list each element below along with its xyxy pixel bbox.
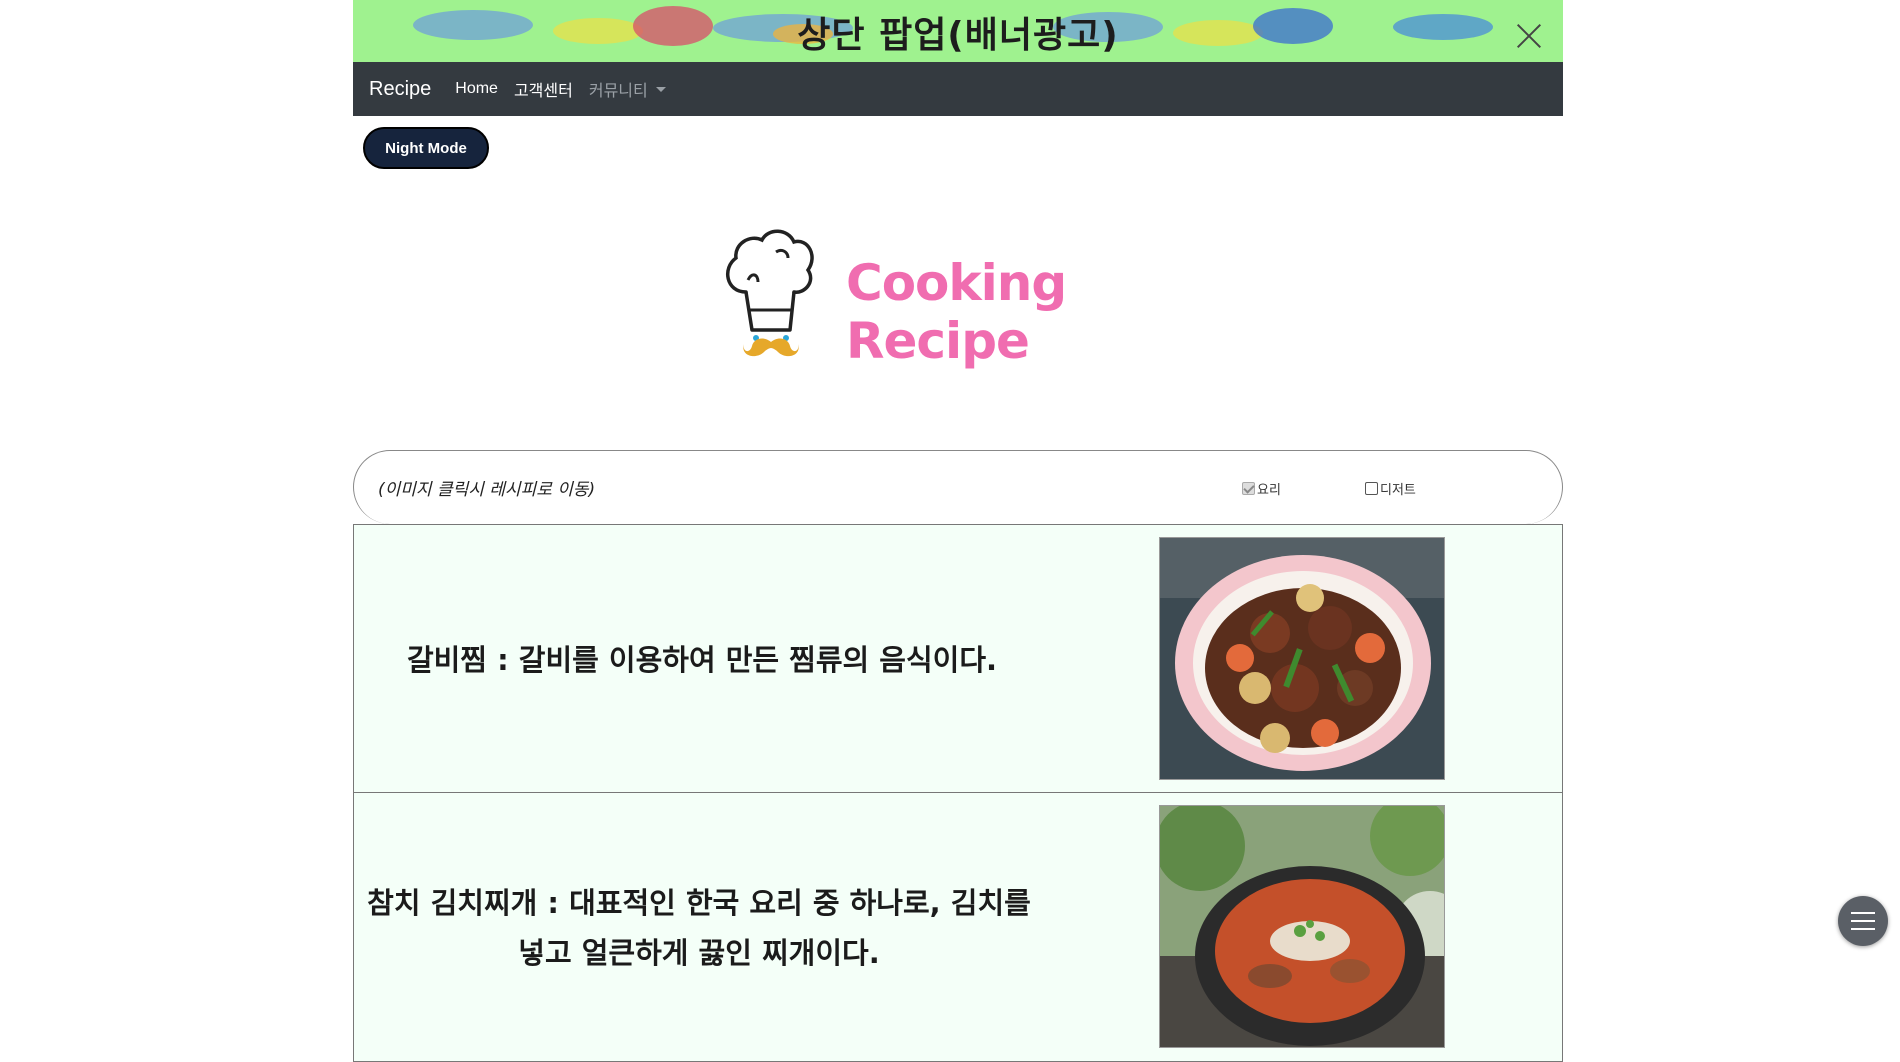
- checkbox-unchecked-icon[interactable]: [1365, 482, 1378, 495]
- filter-label-dish: 요리: [1257, 483, 1281, 498]
- kimchi-stew-photo: [1160, 806, 1444, 1047]
- logo-text: Cooking Recipe: [846, 254, 1067, 370]
- nav-dropdown-label: 커뮤니티: [588, 83, 648, 100]
- close-icon[interactable]: [1515, 22, 1543, 50]
- nav-link-home[interactable]: Home: [455, 80, 498, 98]
- recipe-table: 갈비찜 : 갈비를 이용하여 만든 찜류의 음식이다. 참치 김치찌개: 대표…: [353, 524, 1563, 1062]
- site-logo: Cooking Recipe: [718, 226, 1218, 370]
- filter-hint: (이미지 클릭시 레시피로 이동): [378, 480, 596, 500]
- top-banner-ad[interactable]: 상단 팝업(배너광고): [353, 0, 1563, 62]
- floating-menu-button[interactable]: [1838, 896, 1888, 946]
- banner-title: 상단 팝업(배너광고): [797, 15, 1119, 56]
- recipe-description: 참치 김치찌개 : 대표적인 한국 요리 중 하나로, 김치를 넣고 얼큰하게 …: [354, 878, 1044, 978]
- chef-hat-icon: [725, 229, 814, 357]
- nav-dropdown-community[interactable]: 커뮤니티: [589, 77, 666, 101]
- chevron-down-icon: [655, 86, 666, 92]
- hamburger-menu-icon: [1851, 920, 1875, 922]
- night-mode-button[interactable]: Night Mode: [363, 127, 489, 169]
- filter-label-dessert: 디저트: [1380, 483, 1416, 498]
- hamburger-menu-icon: [1851, 928, 1875, 930]
- recipe-image-galbijjim[interactable]: [1159, 537, 1445, 780]
- nav-link-customer-center[interactable]: 고객센터: [514, 77, 573, 101]
- recipe-description-line: 갈비찜 : 갈비를 이용하여 만든 찜류의 음식이다.: [406, 643, 998, 677]
- galbijjim-photo: [1160, 538, 1444, 779]
- navbar-brand[interactable]: Recipe: [369, 78, 431, 101]
- navbar: Recipe Home 고객센터 커뮤니티: [353, 62, 1563, 116]
- table-row: 갈비찜 : 갈비를 이용하여 만든 찜류의 음식이다.: [353, 524, 1563, 793]
- recipe-description: 갈비찜 : 갈비를 이용하여 만든 찜류의 음식이다.: [352, 635, 1052, 685]
- recipe-image-tuna-kimchi-stew[interactable]: [1159, 805, 1445, 1048]
- page-container: 상단 팝업(배너광고) Recipe Home 고객센터 커뮤니티 Night …: [353, 0, 1563, 1062]
- recipe-description-line: 넣고 얼큰하게 끓인 찌개이다.: [518, 936, 880, 970]
- filter-checkbox-dessert[interactable]: 디저트: [1365, 479, 1416, 498]
- table-row: 참치 김치찌개 : 대표적인 한국 요리 중 하나로, 김치를 넣고 얼큰하게 …: [353, 793, 1563, 1062]
- filter-checkbox-dish[interactable]: 요리: [1242, 479, 1281, 498]
- checkbox-checked-icon[interactable]: [1242, 482, 1255, 495]
- filter-bar: (이미지 클릭시 레시피로 이동) 요리 디저트: [353, 450, 1563, 524]
- hamburger-menu-icon: [1851, 912, 1875, 914]
- recipe-description-line: 참치 김치찌개 : 대표적인 한국 요리 중 하나로, 김치를: [367, 886, 1031, 920]
